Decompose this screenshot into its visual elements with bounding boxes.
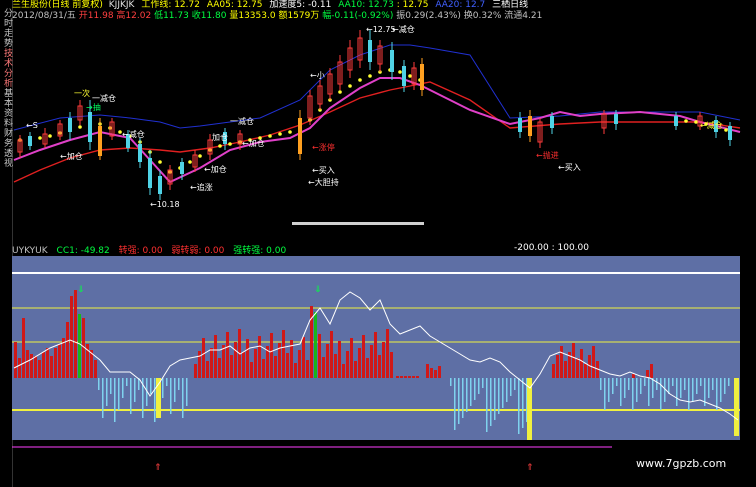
indicator-panel <box>12 256 740 440</box>
weak-strong-value: 转强: 0.00 <box>118 246 163 256</box>
upper-band-line <box>13 44 741 131</box>
sell-arrow-icon: ⇑ <box>526 463 534 473</box>
svg-text:←抛进: ←抛进 <box>536 150 559 160</box>
svg-text:←加仓: ←加仓 <box>204 164 227 174</box>
svg-text:←大胆持: ←大胆持 <box>308 177 339 187</box>
svg-text:←买入: ←买入 <box>558 163 581 172</box>
indicator-title: UYKYUK <box>12 246 48 256</box>
svg-text:一减仓: 一减仓 <box>92 93 116 103</box>
svg-text:←减仓: ←减仓 <box>700 120 723 130</box>
price-chart: 一次 →抽 一减仓 ←S ←加仓 ←减仓 ←追涨 ←加仓 加仓 ←10.18 一… <box>13 24 741 225</box>
candles <box>17 30 732 200</box>
indicator-range: -200.00 : 100.00 <box>514 243 589 253</box>
dot-ma-series <box>18 68 728 174</box>
svg-text:一减仓: 一减仓 <box>230 116 254 126</box>
svg-text:←S: ←S <box>26 121 38 130</box>
svg-text:←涨停: ←涨停 <box>312 142 335 152</box>
svg-text:加仓: 加仓 <box>212 132 228 142</box>
cc1-value: CC1: -49.82 <box>56 246 110 256</box>
svg-text:←买入: ←买入 <box>312 166 335 175</box>
svg-text:←减仓: ←减仓 <box>122 129 145 139</box>
svg-text:←减仓: ←减仓 <box>392 24 415 34</box>
signal-annotations: 一次 →抽 一减仓 ←S ←加仓 ←减仓 ←追涨 ←加仓 加仓 ←10.18 一… <box>26 24 723 209</box>
svg-text:←加仓: ←加仓 <box>242 138 265 148</box>
svg-text:←追涨: ←追涨 <box>190 182 213 192</box>
svg-text:←加仓: ←加仓 <box>60 151 83 161</box>
watermark-box: www.7gpzb.com <box>612 440 756 487</box>
annotation-label: 一次 <box>74 88 90 98</box>
sell-arrow-icon: ⇑ <box>154 463 162 473</box>
svg-text:←10.18: ←10.18 <box>150 200 180 209</box>
svg-text:→抽: →抽 <box>86 102 101 112</box>
strong-strong-value: 强转强: 0.00 <box>233 246 287 256</box>
watermark-text: www.7gpzb.com <box>636 457 727 470</box>
indicator-header: UYKYUK CC1: -49.82 转强: 0.00 弱转弱: 0.00 强转… <box>12 243 292 256</box>
svg-text:←小: ←小 <box>310 71 325 80</box>
strong-weak-value: 弱转弱: 0.00 <box>171 246 225 256</box>
